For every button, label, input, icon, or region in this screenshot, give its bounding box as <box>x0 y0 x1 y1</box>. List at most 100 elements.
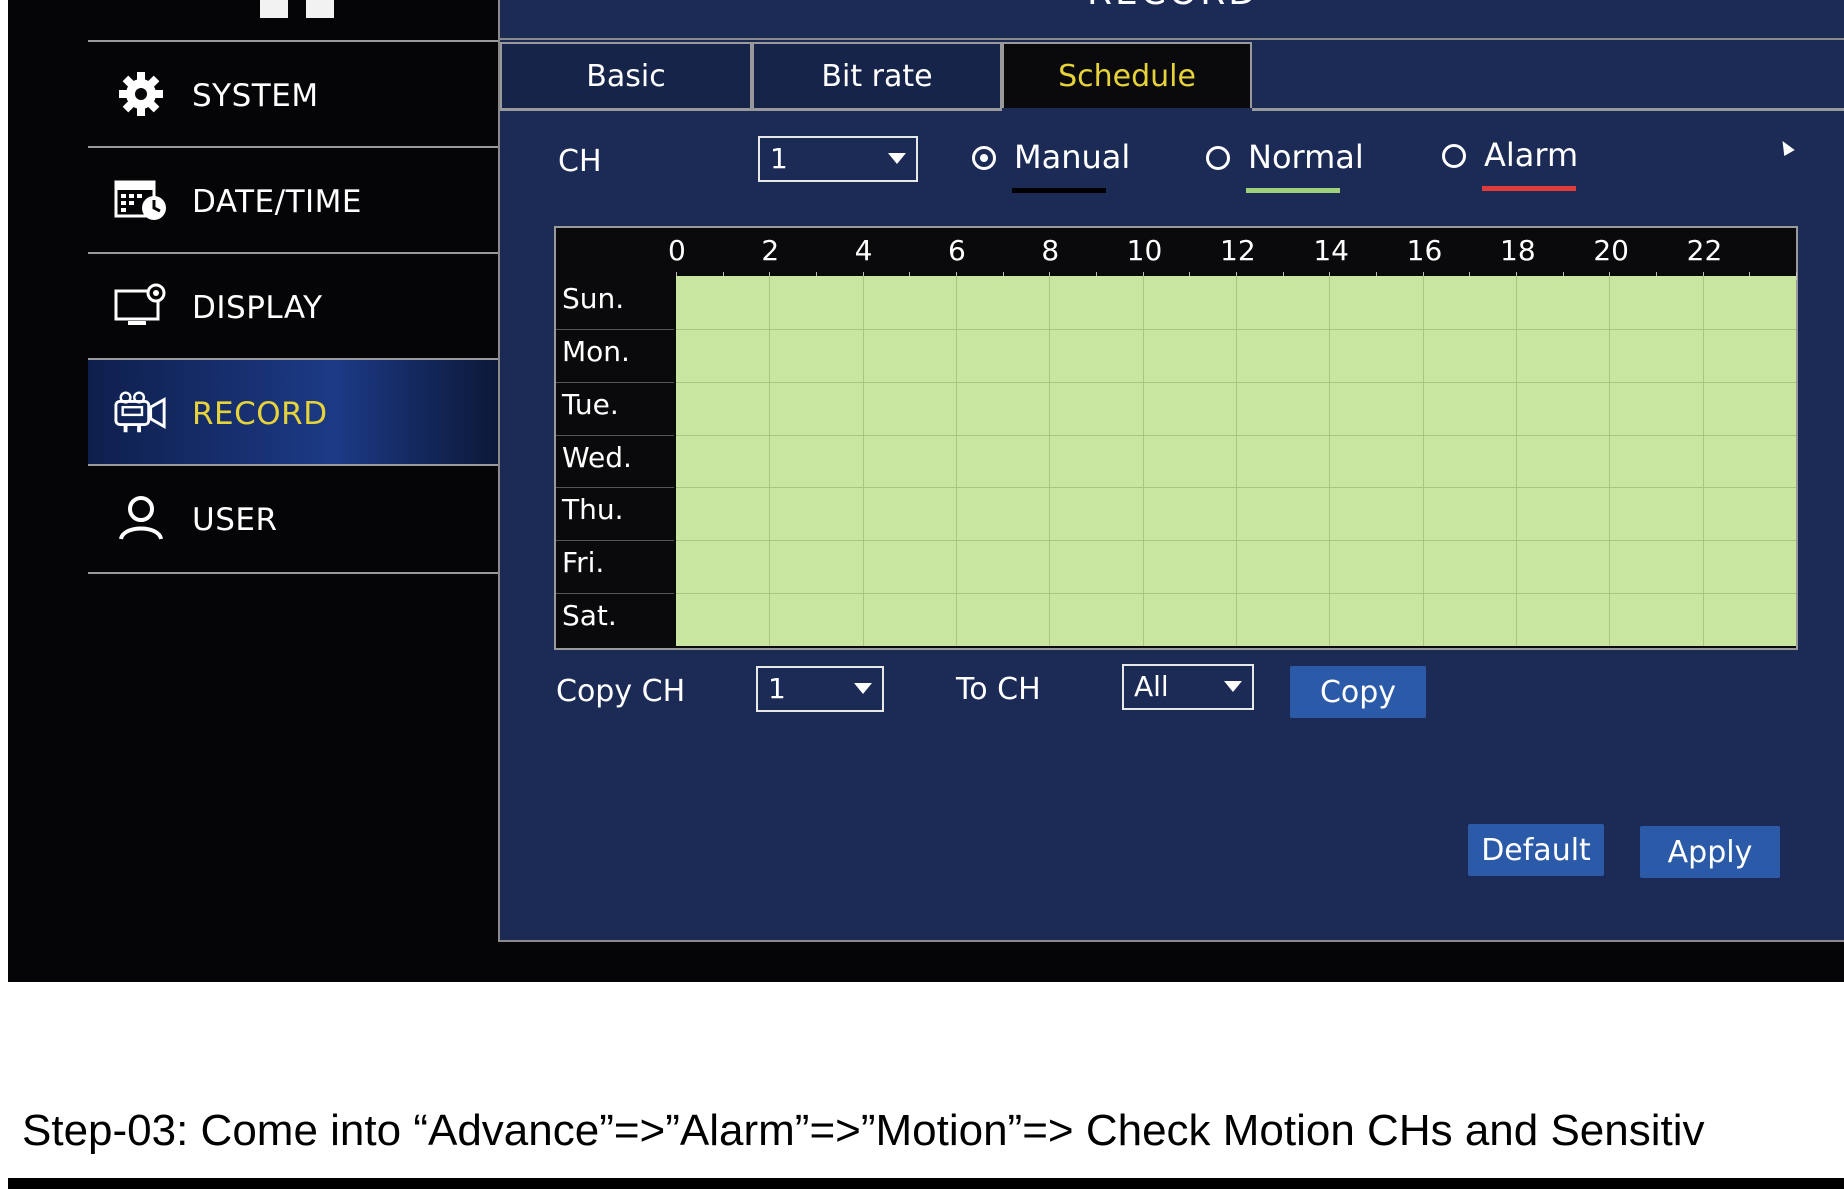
tab-divider <box>500 108 1002 111</box>
sidebar-item-label: SYSTEM <box>192 78 319 114</box>
sidebar-item-record[interactable]: RECORD <box>88 360 498 464</box>
calendar-clock-icon <box>114 176 168 224</box>
title-divider <box>500 38 1844 40</box>
gear-icon <box>114 70 168 118</box>
next-screenshot-edge <box>8 1178 1844 1189</box>
grid-row-line <box>676 434 1796 436</box>
day-separator <box>556 540 674 542</box>
day-label: Tue. <box>562 387 619 421</box>
hour-label: 12 <box>1220 234 1256 267</box>
to-ch-select[interactable]: All <box>1122 664 1254 710</box>
copy-ch-label: Copy CH <box>556 674 686 709</box>
sidebar-item-user[interactable]: USER <box>88 466 498 570</box>
copy-button[interactable]: Copy <box>1290 666 1426 718</box>
sidebar-item-system[interactable]: SYSTEM <box>88 42 498 146</box>
grid-column-line <box>1422 276 1424 646</box>
day-label: Sat. <box>562 599 617 633</box>
mode-color-swatch <box>1482 186 1576 191</box>
hour-label: 16 <box>1406 234 1443 267</box>
sidebar-item-label: USER <box>192 502 278 538</box>
grid-column-line <box>862 276 864 646</box>
radio-normal[interactable]: Normal <box>1206 138 1406 198</box>
day-label: Wed. <box>562 440 632 474</box>
ch-select-value: 1 <box>770 142 788 175</box>
chevron-down-icon <box>854 683 872 694</box>
radio-checked-icon <box>972 146 996 170</box>
radio-label: Normal <box>1248 138 1364 176</box>
grid-row-line <box>676 540 1796 542</box>
monitor-gear-icon <box>114 282 168 330</box>
radio-label: Alarm <box>1484 136 1579 174</box>
grid-row-line <box>676 593 1796 595</box>
hour-label: 14 <box>1313 234 1349 267</box>
mouse-cursor-icon <box>1777 137 1795 157</box>
grid-column-line <box>1236 276 1237 646</box>
sidebar-item-label: DISPLAY <box>192 290 323 326</box>
hour-axis: 0 2 4 6 8 10 12 14 16 18 20 22 <box>556 228 1797 280</box>
grid-column-line <box>956 276 957 646</box>
schedule-table: 0 2 4 6 8 10 12 14 16 18 20 22 Sun. Mon. Tue. Wed. Thu.… <box>554 226 1798 650</box>
radio-alarm[interactable]: Alarm <box>1442 136 1642 196</box>
grid-column-line <box>1516 276 1517 646</box>
mode-color-swatch <box>1246 188 1340 193</box>
day-separator <box>556 487 674 489</box>
radio-label: Manual <box>1014 138 1131 176</box>
radio-unchecked-icon <box>1442 144 1466 168</box>
day-label: Thu. <box>562 493 624 527</box>
day-separator <box>556 328 674 330</box>
page-title: RECORD <box>500 0 1844 13</box>
grid-column-line <box>1702 276 1704 646</box>
grid-column-line <box>1609 276 1611 646</box>
tab-bit-rate[interactable]: Bit rate <box>752 42 1002 108</box>
grid-column-line <box>1142 276 1144 646</box>
to-ch-label: To CH <box>956 672 1041 707</box>
sidebar-item-display[interactable]: DISPLAY <box>88 254 498 358</box>
mode-color-swatch <box>1012 188 1106 193</box>
hour-label: 18 <box>1500 234 1536 267</box>
tab-basic[interactable]: Basic <box>500 42 752 108</box>
day-separator <box>556 593 674 595</box>
hour-label: 10 <box>1126 234 1163 267</box>
hour-tick <box>1796 272 1797 280</box>
radio-manual[interactable]: Manual <box>972 138 1172 198</box>
grid-row-line <box>676 328 1796 330</box>
grid-column-line <box>769 276 771 646</box>
sidebar-item-datetime[interactable]: DATE/TIME <box>88 148 498 252</box>
ch-select[interactable]: 1 <box>758 136 918 182</box>
record-panel: RECORD Basic Bit rate Schedule CH 1 Manu… <box>498 0 1844 942</box>
default-button[interactable]: Default <box>1468 824 1604 876</box>
grid-column-line <box>1329 276 1331 646</box>
sidebar-item-label: RECORD <box>192 396 328 432</box>
hour-label: 20 <box>1593 234 1629 267</box>
radio-unchecked-icon <box>1206 146 1230 170</box>
hour-label: 0 <box>668 234 686 267</box>
grid-column-line <box>1049 276 1051 646</box>
copy-ch-select[interactable]: 1 <box>756 666 884 712</box>
day-label: Mon. <box>562 334 630 368</box>
user-icon <box>114 494 168 542</box>
hour-label: 8 <box>1041 234 1060 267</box>
hour-label: 2 <box>761 234 780 267</box>
tab-schedule[interactable]: Schedule <box>1002 42 1252 108</box>
sidebar-item-label: DATE/TIME <box>192 184 363 220</box>
ch-label: CH <box>558 144 602 179</box>
hour-label: 22 <box>1686 234 1723 267</box>
grid-row-line <box>676 487 1796 489</box>
day-separator <box>556 434 674 436</box>
schedule-grid[interactable] <box>676 276 1796 646</box>
chevron-down-icon <box>888 153 906 164</box>
chevron-down-icon <box>1224 681 1242 692</box>
grid-row-line <box>676 381 1796 383</box>
apply-button[interactable]: Apply <box>1640 826 1780 878</box>
logo-fragment <box>260 0 336 18</box>
tab-divider <box>1252 108 1844 111</box>
instruction-caption: Step-03: Come into “Advance”=>”Alarm”=>”… <box>22 1106 1705 1155</box>
hour-label: 6 <box>948 234 966 267</box>
day-separator <box>556 381 674 383</box>
sidebar-divider <box>88 572 498 574</box>
hour-label: 4 <box>854 234 873 267</box>
dvr-screen: SYSTEM DATE/TIME DISPLAY RECORD USER Bas… <box>8 0 1844 982</box>
copy-ch-select-value: 1 <box>768 672 786 705</box>
day-label: Sun. <box>562 282 625 315</box>
day-label: Fri. <box>562 546 605 580</box>
